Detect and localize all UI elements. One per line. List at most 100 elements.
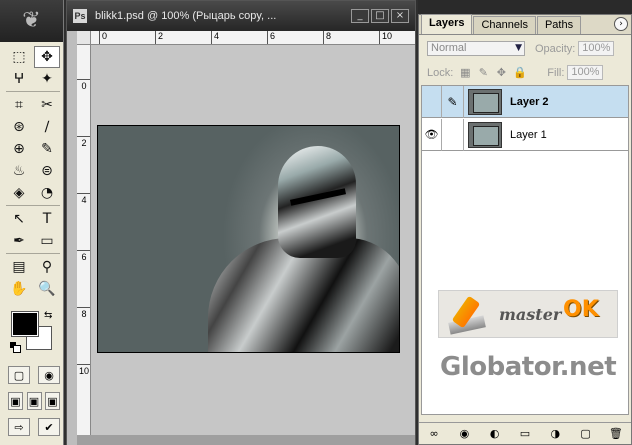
brush-tool-icon[interactable]: ∕ <box>34 116 60 138</box>
foreground-color-swatch[interactable] <box>11 311 39 337</box>
opacity-label: Opacity: <box>535 42 576 55</box>
gradient-tool-icon[interactable]: ⊜ <box>34 160 60 182</box>
marquee-tool-icon[interactable]: ⬚ <box>6 46 32 68</box>
visibility-toggle[interactable] <box>422 85 442 118</box>
window-controls: _ □ × <box>351 9 415 23</box>
layer-mask-icon[interactable]: ◐ <box>487 426 503 442</box>
tab-layers[interactable]: Layers <box>421 14 473 34</box>
left-strip <box>67 31 77 445</box>
lock-all-icon[interactable]: 🔒 <box>513 66 527 79</box>
image-canvas[interactable] <box>97 125 400 353</box>
feather-logo-icon: ❦ <box>22 8 41 33</box>
opacity-input[interactable]: 100% <box>578 41 615 56</box>
path-select-tool-icon[interactable]: ↖ <box>6 208 32 230</box>
maximize-button[interactable]: □ <box>371 9 389 23</box>
default-colors-icon[interactable] <box>10 342 21 353</box>
magic-wand-tool-icon[interactable]: ✦ <box>34 68 60 90</box>
shape-tool-icon[interactable]: ▭ <box>34 230 60 252</box>
crop-tool-icon[interactable]: ⌗ <box>6 94 32 116</box>
lock-fill-row: Lock: ▦ ✎ ✥ 🔒 Fill: 100% <box>427 65 627 80</box>
blend-mode-select[interactable]: Normal ▼ <box>427 41 525 56</box>
layer-name: Layer 1 <box>510 128 547 141</box>
full-screen-mode-button[interactable]: ▣ <box>45 392 60 410</box>
blend-mode-value: Normal <box>431 42 467 54</box>
masterok-logo: master OK <box>438 290 618 338</box>
screen-mode-row: ▣ ▣ ▣ <box>8 392 60 410</box>
logo-master-text: master <box>499 305 562 324</box>
palette-menu-icon[interactable]: › <box>614 17 628 31</box>
toolbox-header[interactable]: ❦ <box>0 0 63 42</box>
close-button[interactable]: × <box>391 9 409 23</box>
document-icon: Ps <box>73 9 87 23</box>
trowel-icon <box>447 295 491 335</box>
layer-row-layer-1[interactable]: 👁 Layer 1 <box>422 118 628 151</box>
hand-tool-icon[interactable]: ✋ <box>6 278 32 300</box>
fill-input[interactable]: 100% <box>567 65 604 80</box>
standard-screen-mode-button[interactable]: ▣ <box>8 392 23 410</box>
blend-opacity-row: Normal ▼ Opacity: 100% <box>427 41 627 56</box>
lock-label: Lock: <box>427 66 454 79</box>
ruler-tick-label: 4 <box>77 193 90 205</box>
layer-style-icon[interactable]: ◉ <box>456 426 472 442</box>
full-screen-menu-mode-button[interactable]: ▣ <box>26 392 42 410</box>
ruler-tick-label: 0 <box>99 31 107 44</box>
ruler-tick-label: 6 <box>267 31 275 44</box>
eye-icon[interactable]: 👁 <box>422 118 442 151</box>
jump-to-imageready-button[interactable]: ⇨ <box>8 418 30 436</box>
eyedropper-tool-icon[interactable]: ⚲ <box>34 256 60 278</box>
ruler-tick-label: 6 <box>77 250 90 262</box>
dodge-tool-icon[interactable]: ◔ <box>34 182 60 204</box>
adjustment-layer-icon[interactable]: ◑ <box>547 426 563 442</box>
commit-check-icon[interactable]: ✔ <box>38 418 60 436</box>
layer-thumbnail <box>468 88 502 115</box>
horizontal-ruler[interactable]: 0 2 4 6 8 10 <box>91 31 415 45</box>
lock-transparency-icon[interactable]: ▦ <box>459 66 471 79</box>
notes-tool-icon[interactable]: ▤ <box>6 256 32 278</box>
ruler-tick-label: 8 <box>323 31 331 44</box>
jump-to-row: ⇨ ✔ <box>8 418 60 436</box>
tab-paths[interactable]: Paths <box>536 16 582 34</box>
history-brush-tool-icon[interactable]: ✎ <box>34 138 60 160</box>
ruler-origin[interactable] <box>77 31 91 45</box>
move-tool-icon[interactable]: ✥ <box>34 46 60 68</box>
chevron-down-icon: ▼ <box>515 43 522 53</box>
fill-label: Fill: <box>547 66 565 79</box>
ruler-tick-label: 10 <box>77 364 90 376</box>
lasso-tool-icon[interactable]: ⵖ <box>6 68 32 90</box>
ruler-tick-label: 10 <box>379 31 392 44</box>
slice-tool-icon[interactable]: ✂ <box>34 94 60 116</box>
new-layer-icon[interactable]: ▢ <box>578 426 594 442</box>
minimize-button[interactable]: _ <box>351 9 369 23</box>
pen-tool-icon[interactable]: ✒ <box>6 230 32 252</box>
document-title-bar[interactable]: Ps blikk1.psd @ 100% (Рыцарь copy, ... _… <box>67 1 415 31</box>
canvas-pasteboard[interactable] <box>91 45 415 435</box>
standard-mode-button[interactable]: ▢ <box>8 366 30 384</box>
vertical-ruler[interactable]: 0 2 4 6 8 10 <box>77 45 91 435</box>
lock-position-icon[interactable]: ✥ <box>495 66 507 79</box>
layer-row-layer-2[interactable]: ✎ Layer 2 <box>422 85 628 118</box>
new-group-icon[interactable]: ▭ <box>517 426 533 442</box>
swap-colors-icon[interactable]: ⇆ <box>44 310 52 321</box>
healing-tool-icon[interactable]: ⊛ <box>6 116 32 138</box>
link-layers-icon[interactable]: ∞ <box>426 426 442 442</box>
ruler-tick-label: 2 <box>77 136 90 148</box>
ruler-tick-label: 8 <box>77 307 90 319</box>
clone-stamp-tool-icon[interactable]: ⊕ <box>6 138 32 160</box>
tab-channels[interactable]: Channels <box>473 16 536 34</box>
trash-icon[interactable]: 🗑 <box>608 426 624 442</box>
document-title: blikk1.psd @ 100% (Рыцарь copy, ... <box>95 10 277 22</box>
zoom-tool-icon[interactable]: 🔍 <box>34 278 60 300</box>
site-watermark: Globator.net <box>440 352 617 382</box>
lock-pixels-icon[interactable]: ✎ <box>477 66 489 79</box>
panel-title-bar[interactable] <box>418 0 632 14</box>
eraser-tool-icon[interactable]: ♨ <box>6 160 32 182</box>
layer-thumbnail <box>468 121 502 148</box>
quick-mask-mode-button[interactable]: ◉ <box>38 366 60 384</box>
horizontal-scrollbar[interactable] <box>77 435 415 445</box>
blur-tool-icon[interactable]: ◈ <box>6 182 32 204</box>
type-tool-icon[interactable]: T <box>34 208 60 230</box>
ruler-tick-label: 4 <box>211 31 219 44</box>
toolbox: ❦ ⬚ ✥ ⵖ ✦ ⌗ ✂ ⊛ ∕ ⊕ ✎ ♨ ⊜ ◈ ◔ ↖ T ✒ ▭ ▤ ⚲ ✋ 🔍 ⇆ ▢ ◉ ▣ ▣ ▣ ⇨ ✔ <box>0 0 64 445</box>
link-toggle[interactable] <box>442 118 464 151</box>
brush-edit-icon[interactable]: ✎ <box>442 85 464 118</box>
